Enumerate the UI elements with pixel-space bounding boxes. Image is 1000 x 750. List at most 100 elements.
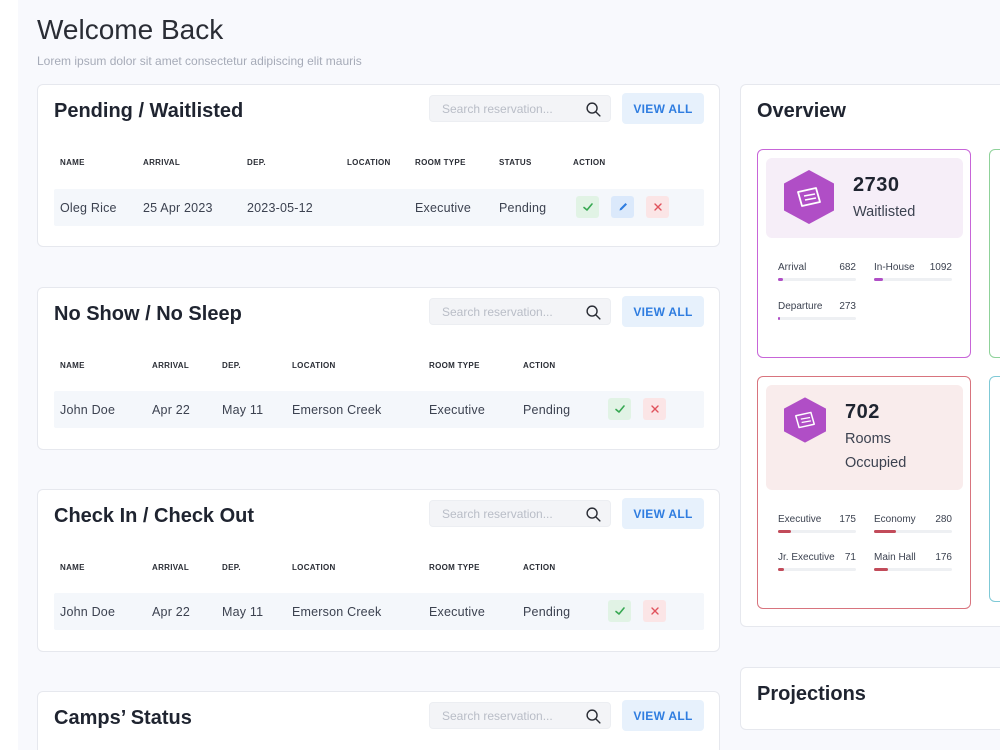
overview-card: Overview 2730 Waitlisted Arrival 682 In-…: [740, 84, 1000, 627]
progress-fill: [874, 278, 883, 281]
cell-room-type: Executive: [429, 403, 485, 417]
cell-dep: May 11: [222, 605, 264, 619]
check-icon: [614, 405, 625, 413]
column-header-room-type: ROOM TYPE: [429, 361, 480, 370]
progress-fill: [778, 530, 791, 533]
camps-status-card: Camps’ Status VIEW ALL: [37, 691, 720, 750]
column-header-name: NAME: [60, 158, 85, 167]
card-title: Overview: [757, 100, 846, 122]
table-row[interactable]: John Doe Apr 22 May 11 Emerson Creek Exe…: [54, 593, 704, 630]
search-box: [429, 298, 611, 325]
waitlisted-stat-card[interactable]: 2730 Waitlisted Arrival 682 In-House 109…: [757, 149, 971, 358]
search-box: [429, 95, 611, 122]
view-all-button[interactable]: VIEW ALL: [622, 296, 704, 327]
card-title: Projections: [757, 683, 866, 705]
approve-button[interactable]: [608, 600, 631, 622]
cell-arrival: Apr 22: [152, 403, 191, 417]
card-title: Camps’ Status: [54, 707, 192, 729]
column-header-arrival: ARRIVAL: [152, 361, 190, 370]
progress-fill: [874, 530, 896, 533]
column-header-action: ACTION: [523, 563, 556, 572]
projections-card: Projections: [740, 667, 1000, 730]
no-show-card: No Show / No Sleep VIEW ALL NAME ARRIVAL…: [37, 287, 720, 450]
cell-room-type: Executive: [429, 605, 485, 619]
progress-fill: [778, 568, 784, 571]
cell-status: Pending: [523, 403, 571, 417]
search-icon[interactable]: [585, 304, 602, 321]
page-subtitle: Lorem ipsum dolor sit amet consectetur a…: [37, 54, 362, 68]
check-icon: [582, 203, 593, 211]
pencil-icon: [619, 203, 627, 211]
search-icon[interactable]: [585, 708, 602, 725]
view-all-button[interactable]: VIEW ALL: [622, 93, 704, 124]
column-header-arrival: ARRIVAL: [143, 158, 181, 167]
stat-header: 2730 Waitlisted: [766, 158, 963, 238]
column-header-dep: DEP.: [222, 563, 241, 572]
cell-arrival: Apr 22: [152, 605, 191, 619]
progress-fill: [778, 278, 783, 281]
cell-location: Emerson Creek: [292, 605, 382, 619]
pending-waitlisted-card: Pending / Waitlisted VIEW ALL NAME ARRIV…: [37, 84, 720, 247]
column-header-arrival: ARRIVAL: [152, 563, 190, 572]
search-input[interactable]: [430, 703, 580, 728]
card-title: Check In / Check Out: [54, 505, 255, 527]
view-all-button[interactable]: VIEW ALL: [622, 498, 704, 529]
cell-name: John Doe: [60, 403, 116, 417]
column-header-name: NAME: [60, 361, 85, 370]
reject-button[interactable]: [646, 196, 669, 218]
view-all-button[interactable]: VIEW ALL: [622, 700, 704, 731]
search-box: [429, 500, 611, 527]
occupied-label-line2: Occupied: [845, 455, 907, 471]
progress-fill: [778, 317, 780, 320]
column-header-room-type: ROOM TYPE: [429, 563, 480, 572]
search-input[interactable]: [430, 96, 580, 121]
search-input[interactable]: [430, 299, 580, 324]
close-icon: [650, 607, 659, 615]
close-icon: [650, 405, 659, 413]
column-header-room-type: ROOM TYPE: [415, 158, 466, 167]
search-input[interactable]: [430, 501, 580, 526]
cell-status: Pending: [523, 605, 571, 619]
cell-location: Emerson Creek: [292, 403, 382, 417]
column-header-location: LOCATION: [347, 158, 391, 167]
column-header-location: LOCATION: [292, 563, 336, 572]
cell-name: John Doe: [60, 605, 116, 619]
table-row[interactable]: John Doe Apr 22 May 11 Emerson Creek Exe…: [54, 391, 704, 428]
reservation-icon: [784, 397, 826, 443]
waitlisted-count: 2730: [853, 174, 900, 196]
column-header-name: NAME: [60, 563, 85, 572]
column-header-status: STATUS: [499, 158, 532, 167]
cell-dep: May 11: [222, 403, 264, 417]
column-header-action: ACTION: [573, 158, 606, 167]
cell-name: Oleg Rice: [60, 201, 117, 215]
occupied-count: 702: [845, 401, 880, 423]
card-title: Pending / Waitlisted: [54, 100, 244, 122]
stat-header: 702 Rooms Occupied: [766, 385, 963, 490]
approve-button[interactable]: [576, 196, 599, 218]
check-in-out-card: Check In / Check Out VIEW ALL NAME ARRIV…: [37, 489, 720, 652]
cell-dep: 2023-05-12: [247, 201, 313, 215]
column-header-dep: DEP.: [222, 361, 241, 370]
search-icon[interactable]: [585, 101, 602, 118]
reject-button[interactable]: [643, 398, 666, 420]
card-title: No Show / No Sleep: [54, 303, 242, 325]
column-header-location: LOCATION: [292, 361, 336, 370]
approve-button[interactable]: [608, 398, 631, 420]
left-sidebar-strip: [0, 0, 18, 750]
waitlisted-label: Waitlisted: [853, 204, 916, 220]
rooms-occupied-stat-card[interactable]: 702 Rooms Occupied Executive 175 Economy…: [757, 376, 971, 609]
page-title: Welcome Back: [37, 14, 224, 45]
close-icon: [653, 203, 662, 211]
table-row[interactable]: Oleg Rice 25 Apr 2023 2023-05-12 Executi…: [54, 189, 704, 226]
reject-button[interactable]: [643, 600, 666, 622]
edit-button[interactable]: [611, 196, 634, 218]
stat-card-partial[interactable]: [989, 376, 1000, 602]
progress-fill: [874, 568, 888, 571]
search-icon[interactable]: [585, 506, 602, 523]
column-header-action: ACTION: [523, 361, 556, 370]
check-icon: [614, 607, 625, 615]
stat-card-partial[interactable]: [989, 149, 1000, 358]
column-header-dep: DEP.: [247, 158, 266, 167]
cell-status: Pending: [499, 201, 547, 215]
cell-room-type: Executive: [415, 201, 471, 215]
